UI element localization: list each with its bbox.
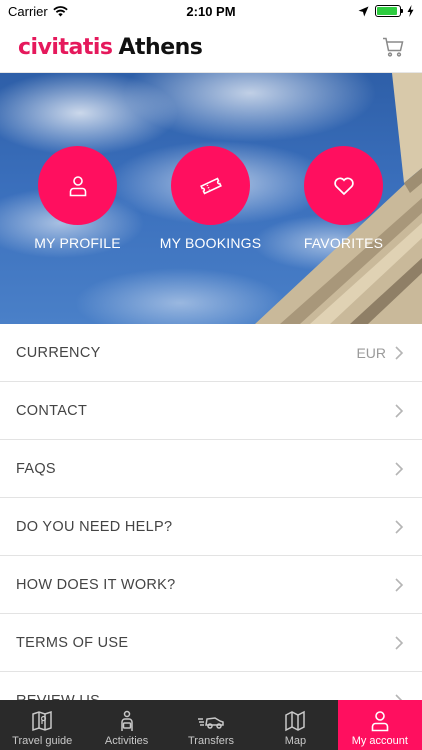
cart-button[interactable]	[380, 34, 406, 60]
tab-travel-guide[interactable]: Travel guide	[0, 700, 84, 750]
ticket-icon	[199, 177, 222, 194]
my-bookings-label: MY BOOKINGS	[159, 235, 262, 251]
tab-map[interactable]: Map	[253, 700, 337, 750]
hero-banner: MY PROFILE MY BOOKINGS FAVORITES	[0, 73, 422, 324]
heart-icon	[333, 177, 354, 195]
my-profile-label: MY PROFILE	[34, 235, 121, 251]
tab-label: My account	[351, 735, 408, 747]
chevron-right-icon	[395, 519, 404, 534]
menu-item-label: TERMS OF USE	[16, 634, 129, 651]
account-icon	[371, 711, 389, 732]
map-icon	[285, 710, 306, 732]
my-profile-button[interactable]: MY PROFILE	[34, 146, 121, 251]
brand-logo: civitatis	[18, 34, 113, 60]
favorites-label: FAVORITES	[303, 235, 384, 251]
activities-icon	[120, 710, 133, 731]
menu-item-right: EUR	[356, 345, 404, 361]
account-menu: CURRENCY EUR CONTACT FAQS DO YOU NEED HE…	[0, 324, 422, 730]
carrier-label: Carrier	[8, 3, 48, 19]
status-right	[358, 5, 414, 17]
chevron-right-icon	[395, 461, 404, 476]
chevron-right-icon	[395, 345, 404, 360]
menu-item-how-it-works[interactable]: HOW DOES IT WORK?	[0, 556, 422, 614]
app-header: civitatis Athens	[0, 22, 422, 73]
tab-label: Travel guide	[12, 735, 73, 747]
menu-item-label: CONTACT	[16, 402, 88, 419]
menu-item-label: FAQS	[16, 460, 56, 477]
wifi-icon	[53, 5, 68, 16]
tab-activities[interactable]: Activities	[84, 700, 168, 750]
battery-fill	[377, 7, 397, 15]
chevron-right-icon	[395, 403, 404, 418]
charging-bolt-icon	[407, 5, 414, 17]
person-icon	[69, 175, 86, 196]
hero-actions: MY PROFILE MY BOOKINGS FAVORITES	[0, 146, 422, 251]
location-arrow-icon	[358, 6, 369, 16]
currency-value: EUR	[356, 344, 386, 361]
battery-icon	[375, 5, 403, 17]
menu-item-faqs[interactable]: FAQS	[0, 440, 422, 498]
tab-label: Transfers	[187, 735, 235, 747]
menu-item-contact[interactable]: CONTACT	[0, 382, 422, 440]
status-bar: Carrier 2:10 PM	[0, 0, 422, 22]
city-name: Athens	[118, 34, 203, 60]
cart-icon	[383, 37, 404, 57]
tab-label: Map	[284, 735, 307, 747]
menu-item-terms-of-use[interactable]: TERMS OF USE	[0, 614, 422, 672]
my-bookings-button[interactable]: MY BOOKINGS	[159, 146, 262, 251]
menu-item-label: CURRENCY	[16, 344, 101, 361]
tab-label: Activities	[104, 735, 149, 747]
tab-transfers[interactable]: Transfers	[169, 700, 253, 750]
chevron-right-icon	[395, 635, 404, 650]
tab-bar: Travel guide Activities Transfers Map My…	[0, 700, 422, 750]
my-profile-circle[interactable]	[38, 146, 117, 225]
menu-item-need-help[interactable]: DO YOU NEED HELP?	[0, 498, 422, 556]
car-icon	[198, 717, 224, 729]
map-book-icon	[32, 710, 52, 732]
chevron-right-icon	[395, 577, 404, 592]
menu-item-label: HOW DOES IT WORK?	[16, 576, 176, 593]
my-bookings-circle[interactable]	[171, 146, 250, 225]
tab-my-account[interactable]: My account	[337, 700, 422, 750]
status-left: Carrier	[8, 4, 68, 19]
menu-item-label: DO YOU NEED HELP?	[16, 518, 173, 535]
favorites-circle[interactable]	[304, 146, 383, 225]
favorites-button[interactable]: FAVORITES	[304, 146, 383, 251]
menu-item-currency[interactable]: CURRENCY EUR	[0, 324, 422, 382]
brand: civitatis Athens	[18, 34, 203, 60]
